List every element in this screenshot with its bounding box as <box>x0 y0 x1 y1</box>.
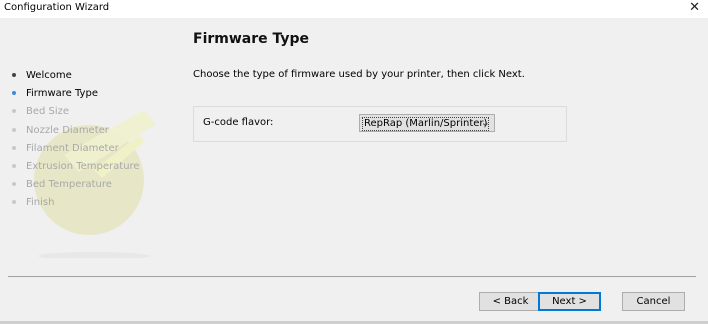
step-welcome: Welcome <box>12 69 140 87</box>
page-description: Choose the type of firmware used by your… <box>193 69 525 80</box>
step-extrusion-temperature: Extrusion Temperature <box>12 160 140 178</box>
next-button[interactable]: Next > <box>538 292 601 311</box>
step-bullet-icon <box>12 127 16 132</box>
button-separator <box>8 276 696 277</box>
step-label: Filament Diameter <box>26 142 119 154</box>
wizard-steps-list: Welcome Firmware Type Bed Size Nozzle Di… <box>12 69 140 215</box>
step-bullet-icon <box>12 109 16 114</box>
step-bed-size: Bed Size <box>12 105 140 123</box>
cancel-button[interactable]: Cancel <box>622 292 685 311</box>
gcode-flavor-label: G-code flavor: <box>203 117 274 128</box>
step-label: Finish <box>26 197 55 209</box>
gcode-flavor-panel: G-code flavor: RepRap (Marlin/Sprinter) … <box>193 106 567 142</box>
step-bullet-icon <box>12 200 16 205</box>
title-bar: Configuration Wizard ✕ <box>0 0 708 18</box>
gcode-flavor-value: RepRap (Marlin/Sprinter) <box>362 117 490 131</box>
step-label: Extrusion Temperature <box>26 160 140 172</box>
chevron-down-icon: ⌄ <box>480 116 490 129</box>
step-label: Welcome <box>26 70 72 81</box>
step-finish: Finish <box>12 196 140 214</box>
step-bed-temperature: Bed Temperature <box>12 178 140 196</box>
step-nozzle-diameter: Nozzle Diameter <box>12 124 140 142</box>
step-bullet-icon <box>12 163 16 168</box>
step-bullet-icon <box>12 182 16 187</box>
step-bullet-icon <box>12 91 16 96</box>
step-label: Nozzle Diameter <box>26 124 109 136</box>
page-title: Firmware Type <box>193 31 310 47</box>
close-icon[interactable]: ✕ <box>689 1 700 15</box>
step-filament-diameter: Filament Diameter <box>12 142 140 160</box>
step-bullet-icon <box>12 73 16 77</box>
step-firmware-type: Firmware Type <box>12 87 140 105</box>
gcode-flavor-select[interactable]: RepRap (Marlin/Sprinter) ⌄ <box>359 114 495 132</box>
wizard-sidebar: Welcome Firmware Type Bed Size Nozzle Di… <box>0 18 178 258</box>
step-label: Bed Temperature <box>26 179 112 191</box>
back-button[interactable]: < Back <box>479 292 542 311</box>
step-bullet-icon <box>12 145 16 150</box>
step-label: Firmware Type <box>26 88 98 100</box>
window-title: Configuration Wizard <box>4 2 110 13</box>
step-label: Bed Size <box>26 106 70 118</box>
